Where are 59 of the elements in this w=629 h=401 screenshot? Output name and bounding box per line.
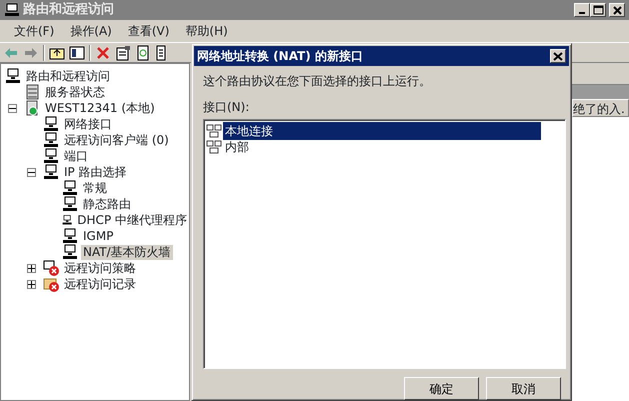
computer-icon xyxy=(4,3,20,17)
menu-item[interactable]: 操作(A) xyxy=(64,20,118,42)
close-icon xyxy=(610,4,624,16)
server-icon xyxy=(24,84,40,100)
tree-item[interactable]: DHCP 中继代理程序 xyxy=(75,212,189,228)
expand-toggle[interactable] xyxy=(27,280,36,288)
minimize-button[interactable] xyxy=(574,3,590,17)
ok-button[interactable]: 确定 xyxy=(404,377,479,400)
expand-toggle[interactable] xyxy=(27,264,36,272)
cancel-button[interactable]: 取消 xyxy=(486,377,561,400)
dialog-message: 这个路由协议在您下面选择的接口上运行。 xyxy=(203,73,431,90)
computer-icon xyxy=(43,116,59,132)
expand-toggle[interactable] xyxy=(27,168,36,176)
tree-item[interactable]: IP 路由选择 xyxy=(62,164,129,180)
computer-icon xyxy=(43,164,59,180)
list-item[interactable]: 本地连接 xyxy=(223,122,541,140)
properties-icon[interactable] xyxy=(115,44,131,60)
tree-item[interactable]: 服务器状态 xyxy=(43,84,107,100)
network-icon xyxy=(206,124,222,138)
window-title: 路由和远程访问 xyxy=(23,0,114,20)
computer-icon xyxy=(5,68,21,84)
folder-icon xyxy=(43,276,59,292)
tree-item[interactable]: 远程访问客户端 (0) xyxy=(62,132,171,148)
menu-item[interactable]: 帮助(H) xyxy=(179,20,234,42)
server-icon xyxy=(24,100,40,116)
tree-item[interactable]: 远程访问记录 xyxy=(62,276,138,292)
tree-item[interactable]: WEST12341 (本地) xyxy=(43,100,157,116)
tree-pane-icon[interactable] xyxy=(69,44,85,60)
header-strip xyxy=(572,85,629,99)
tree-item[interactable]: 常规 xyxy=(81,180,109,196)
network-icon xyxy=(206,140,222,154)
close-button[interactable] xyxy=(550,49,566,63)
tree-item[interactable]: 端口 xyxy=(62,148,90,164)
tree-item[interactable]: 静态路由 xyxy=(81,196,133,212)
dialog-title: 网络地址转换 (NAT) 的新接口 xyxy=(197,48,363,65)
tree-item[interactable]: 远程访问策略 xyxy=(62,260,138,276)
close-button[interactable] xyxy=(609,3,625,17)
plus-icon xyxy=(28,264,35,272)
close-icon xyxy=(553,52,563,60)
menu-item[interactable]: 文件(F) xyxy=(8,20,60,42)
maximize-icon xyxy=(592,4,604,16)
tree-item[interactable]: 路由和远程访问 xyxy=(24,68,112,84)
refresh-icon[interactable] xyxy=(135,44,151,60)
expand-toggle[interactable] xyxy=(8,104,17,112)
column-header[interactable]: 绝了的入. xyxy=(572,99,629,117)
tree-item[interactable]: NAT/基本防火墙 xyxy=(81,244,173,260)
maximize-button[interactable] xyxy=(590,3,606,17)
computer-icon xyxy=(43,148,59,164)
list-label: 接口(N): xyxy=(203,99,250,116)
menu-item[interactable]: 查看(V) xyxy=(122,20,176,42)
tree-item[interactable]: 网络接口 xyxy=(62,116,114,132)
computer-icon xyxy=(62,244,78,260)
minimize-icon xyxy=(579,12,585,14)
tree-item[interactable]: IGMP xyxy=(81,228,116,244)
list-item[interactable]: 内部 xyxy=(223,138,251,156)
computer-icon xyxy=(62,180,78,196)
plus-icon xyxy=(28,280,35,288)
policy-icon xyxy=(43,260,59,276)
computer-icon xyxy=(43,132,59,148)
